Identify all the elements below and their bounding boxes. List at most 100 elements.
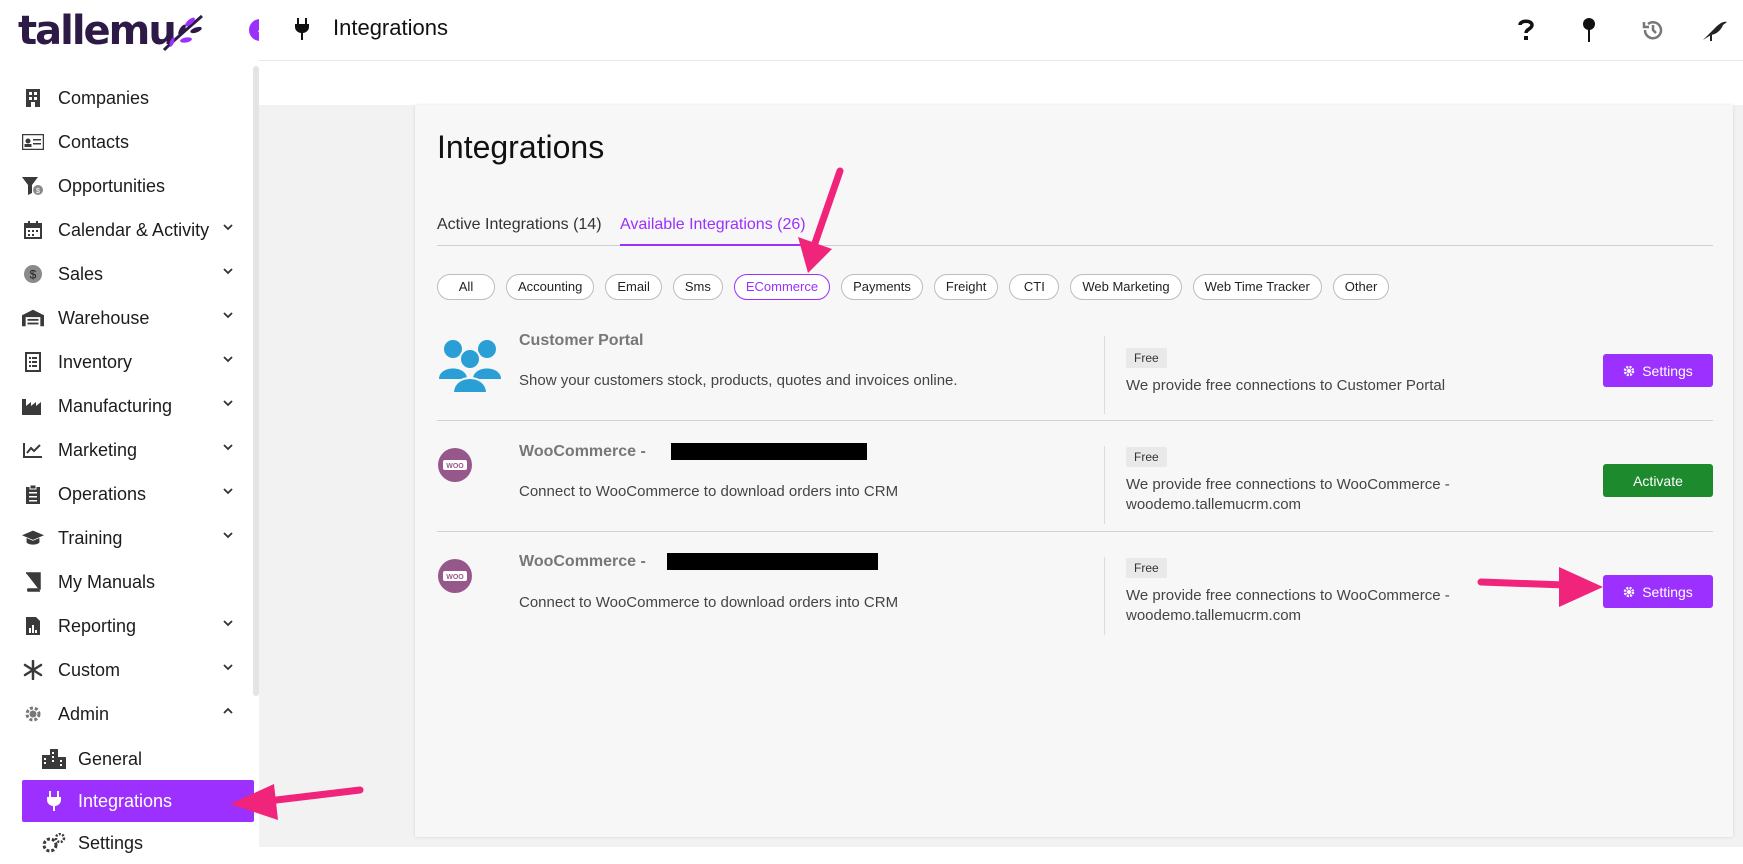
panel-heading: Integrations xyxy=(437,129,605,165)
sidebar-item-label: Companies xyxy=(58,87,150,108)
sidebar-item-label: My Manuals xyxy=(58,571,156,592)
chevron-down-icon[interactable] xyxy=(222,397,234,409)
integration-row: Customer Portal Show your customers stoc… xyxy=(437,328,1713,438)
plug-icon xyxy=(295,18,309,40)
sidebar-subitem-settings[interactable]: Settings xyxy=(0,822,250,864)
chevron-down-icon[interactable] xyxy=(222,221,234,233)
row-separator xyxy=(437,420,1713,421)
sidebar-subitem-integrations[interactable]: Integrations xyxy=(22,780,254,822)
chevron-down-icon[interactable] xyxy=(222,309,234,321)
filter-accounting[interactable]: Accounting xyxy=(506,274,595,300)
sidebar-item-admin[interactable]: Admin xyxy=(0,692,250,736)
integration-note: We provide free connections to WooCommer… xyxy=(1126,587,1450,624)
sidebar-item-my-manuals[interactable]: My Manuals xyxy=(0,560,250,604)
integration-row: WOO WooCommerce - Connect to WooCommerce… xyxy=(437,439,1713,549)
redacted-block xyxy=(671,443,867,460)
sidebar-item-calendar[interactable]: Calendar & Activity xyxy=(0,208,250,252)
sidebar-item-warehouse[interactable]: Warehouse xyxy=(0,296,250,340)
sidebar-item-label: Manufacturing xyxy=(58,395,173,416)
sidebar-subitem-label: General xyxy=(78,748,143,769)
integrations-panel: Integrations Active Integrations (14) Av… xyxy=(415,105,1733,837)
top-bar: Integrations xyxy=(259,0,1743,61)
filter-other[interactable]: Other xyxy=(1332,274,1390,300)
tab-active-integrations[interactable]: Active Integrations (14) xyxy=(437,210,602,246)
activate-button-label: Activate xyxy=(1633,472,1683,489)
sidebar-nav: Companies Contacts $ Opportunities Calen… xyxy=(0,76,254,864)
svg-text:WOO: WOO xyxy=(446,574,464,581)
factory-icon xyxy=(22,395,44,417)
sidebar-item-inventory[interactable]: Inventory xyxy=(0,340,250,384)
integration-name: WooCommerce - xyxy=(519,553,646,570)
filter-cti[interactable]: CTI xyxy=(1009,274,1060,300)
sidebar-item-label: Reporting xyxy=(58,615,137,636)
sidebar-item-label: Operations xyxy=(58,483,147,504)
integration-description: Connect to WooCommerce to download order… xyxy=(519,594,899,611)
sidebar-item-label: Training xyxy=(58,527,123,548)
filter-chips: All Accounting Email Sms ECommerce Payme… xyxy=(437,274,1390,300)
integration-name: Customer Portal xyxy=(519,332,644,349)
sidebar-item-label: Admin xyxy=(58,703,110,724)
row-divider xyxy=(1104,446,1105,524)
gear-icon xyxy=(22,703,44,725)
calendar-icon xyxy=(22,219,44,241)
settings-button[interactable]: Settings xyxy=(1603,575,1713,608)
integration-description: Show your customers stock, products, quo… xyxy=(519,372,958,389)
sidebar-item-marketing[interactable]: Marketing xyxy=(0,428,250,472)
inventory-icon xyxy=(22,351,44,373)
sidebar-item-manufacturing[interactable]: Manufacturing xyxy=(0,384,250,428)
sidebar-item-label: Calendar & Activity xyxy=(58,219,210,240)
leaf-icon xyxy=(162,14,203,52)
chevron-down-icon[interactable] xyxy=(222,353,234,365)
emu-bird-icon[interactable] xyxy=(1699,14,1731,46)
filter-freight[interactable]: Freight xyxy=(933,274,999,300)
contact-card-icon xyxy=(22,131,44,153)
building-icon xyxy=(22,87,44,109)
sidebar-item-custom[interactable]: Custom xyxy=(0,648,250,692)
customer-group-icon xyxy=(439,340,501,393)
filter-web-time-tracker[interactable]: Web Time Tracker xyxy=(1192,274,1322,300)
history-icon[interactable] xyxy=(1637,14,1669,46)
tallemu-logo[interactable]: tallemu xyxy=(18,8,177,54)
chevron-down-icon[interactable] xyxy=(222,265,234,277)
chevron-down-icon[interactable] xyxy=(222,485,234,497)
settings-button[interactable]: Settings xyxy=(1603,354,1713,387)
filter-email[interactable]: Email xyxy=(605,274,662,300)
tab-available-integrations[interactable]: Available Integrations (26) xyxy=(620,210,806,246)
pin-icon[interactable] xyxy=(1573,14,1605,46)
sidebar-item-operations[interactable]: Operations xyxy=(0,472,250,516)
filter-ecommerce[interactable]: ECommerce xyxy=(733,274,831,300)
price-badge: Free xyxy=(1126,447,1167,467)
annotation-arrow xyxy=(1477,567,1603,607)
sidebar-item-training[interactable]: Training xyxy=(0,516,250,560)
sidebar-subitem-label: Integrations xyxy=(78,790,173,811)
chevron-down-icon[interactable] xyxy=(222,529,234,541)
filter-payments[interactable]: Payments xyxy=(841,274,923,300)
annotation-arrow xyxy=(798,167,844,273)
integration-description: Connect to WooCommerce to download order… xyxy=(519,483,899,500)
chart-line-icon xyxy=(22,439,44,461)
sidebar-subitem-general[interactable]: General xyxy=(0,738,250,780)
chevron-down-icon[interactable] xyxy=(222,617,234,629)
sidebar-item-contacts[interactable]: Contacts xyxy=(0,120,250,164)
sidebar-item-label: Warehouse xyxy=(58,307,150,328)
sidebar-item-reporting[interactable]: Reporting xyxy=(0,604,250,648)
filter-all[interactable]: All xyxy=(437,274,495,300)
help-icon[interactable] xyxy=(1510,14,1542,46)
svg-text:WOO: WOO xyxy=(446,463,464,470)
sidebar-item-sales[interactable]: $ Sales xyxy=(0,252,250,296)
sidebar-item-opportunities[interactable]: $ Opportunities xyxy=(0,164,250,208)
chevron-up-icon[interactable] xyxy=(222,705,234,717)
price-badge: Free xyxy=(1126,558,1167,578)
price-badge: Free xyxy=(1126,348,1167,368)
filter-sms[interactable]: Sms xyxy=(672,274,723,300)
sidebar-subitem-label: Settings xyxy=(78,832,144,853)
svg-text:$: $ xyxy=(30,268,37,282)
sidebar-item-companies[interactable]: Companies xyxy=(0,76,250,120)
chevron-down-icon[interactable] xyxy=(222,441,234,453)
filter-web-marketing[interactable]: Web Marketing xyxy=(1070,274,1182,300)
chevron-down-icon[interactable] xyxy=(222,661,234,673)
plug-icon xyxy=(42,790,66,812)
activate-button[interactable]: Activate xyxy=(1603,464,1713,497)
gear-icon xyxy=(1623,365,1635,376)
svg-text:$: $ xyxy=(36,188,40,195)
